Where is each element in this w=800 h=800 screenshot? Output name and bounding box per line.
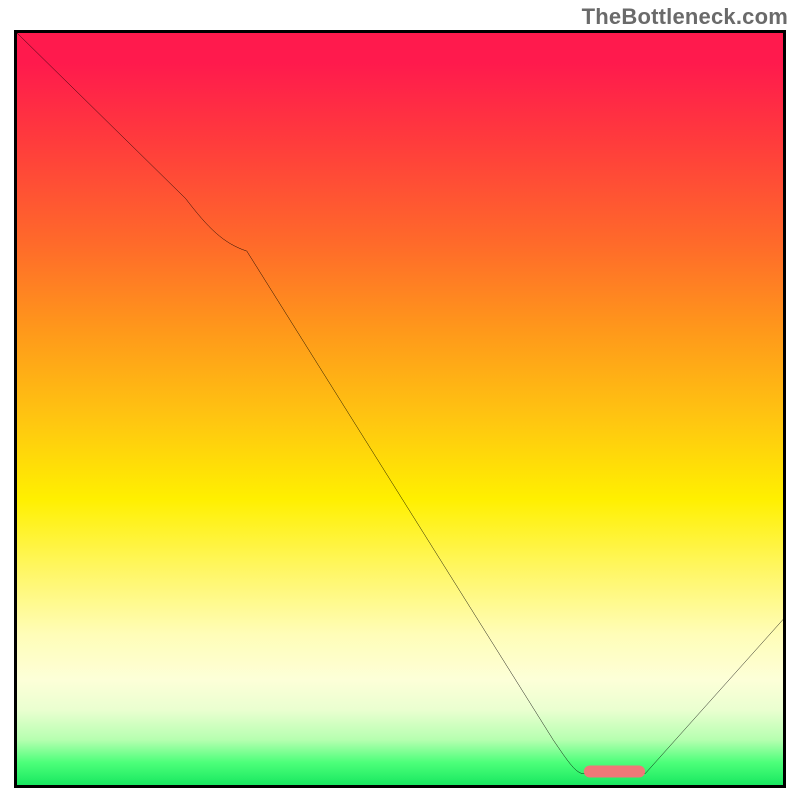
bottleneck-curve	[17, 33, 783, 774]
chart-frame: TheBottleneck.com	[0, 0, 800, 800]
current-range-marker	[584, 765, 645, 777]
plot-area	[14, 30, 786, 788]
curve-layer	[17, 33, 783, 785]
watermark-text: TheBottleneck.com	[582, 4, 788, 30]
